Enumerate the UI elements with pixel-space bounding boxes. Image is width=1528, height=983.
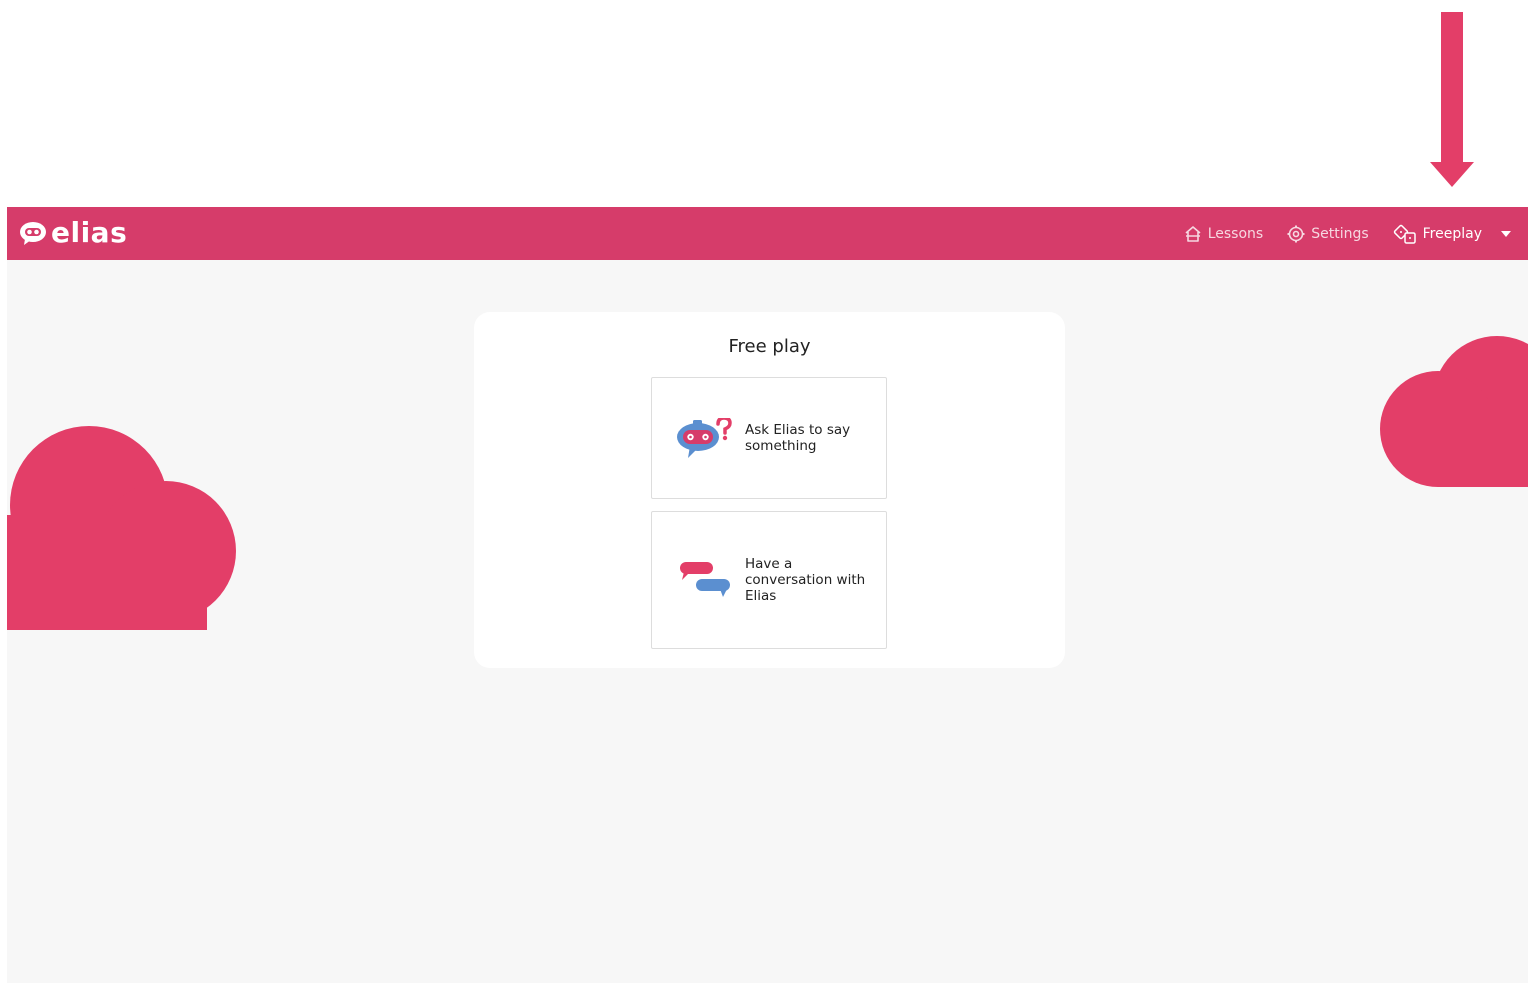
nav-item-lessons[interactable]: Lessons	[1184, 225, 1264, 243]
dice-icon	[1393, 224, 1416, 244]
robot-question-icon	[677, 418, 732, 458]
ask-elias-card[interactable]: Ask Elias to say something	[651, 377, 887, 499]
logo-icon	[20, 222, 46, 245]
app-window: elias Lessons Settings Freeplay Free pla…	[7, 207, 1528, 983]
home-icon	[1185, 225, 1201, 242]
caret-down-icon[interactable]	[1500, 230, 1512, 238]
gear-icon	[1287, 225, 1305, 242]
chat-bubbles-icon	[680, 562, 730, 597]
conversation-label: Have a conversation with Elias	[745, 556, 866, 604]
ask-elias-label: Ask Elias to say something	[745, 422, 851, 454]
logo[interactable]: elias	[19, 215, 127, 251]
cloud-decoration-right	[1380, 336, 1528, 487]
annotation-arrow	[1430, 12, 1474, 187]
cloud-decoration-left	[7, 426, 236, 630]
logo-text: elias	[51, 216, 128, 249]
nav-item-settings-label: Settings	[1311, 225, 1369, 242]
nav-item-freeplay[interactable]: Freeplay	[1393, 224, 1482, 244]
conversation-card[interactable]: Have a conversation with Elias	[651, 511, 887, 649]
navbar: elias Lessons Settings Freeplay	[7, 207, 1528, 260]
nav-item-settings[interactable]: Settings	[1287, 225, 1369, 243]
freeplay-panel: Free play Ask Elias to say something Hav…	[474, 312, 1065, 668]
nav-item-lessons-label: Lessons	[1207, 225, 1264, 242]
page-title: Free play	[728, 336, 811, 357]
nav-item-freeplay-label: Freeplay	[1422, 225, 1482, 242]
nav-items: Lessons Settings Freeplay	[1160, 207, 1512, 260]
